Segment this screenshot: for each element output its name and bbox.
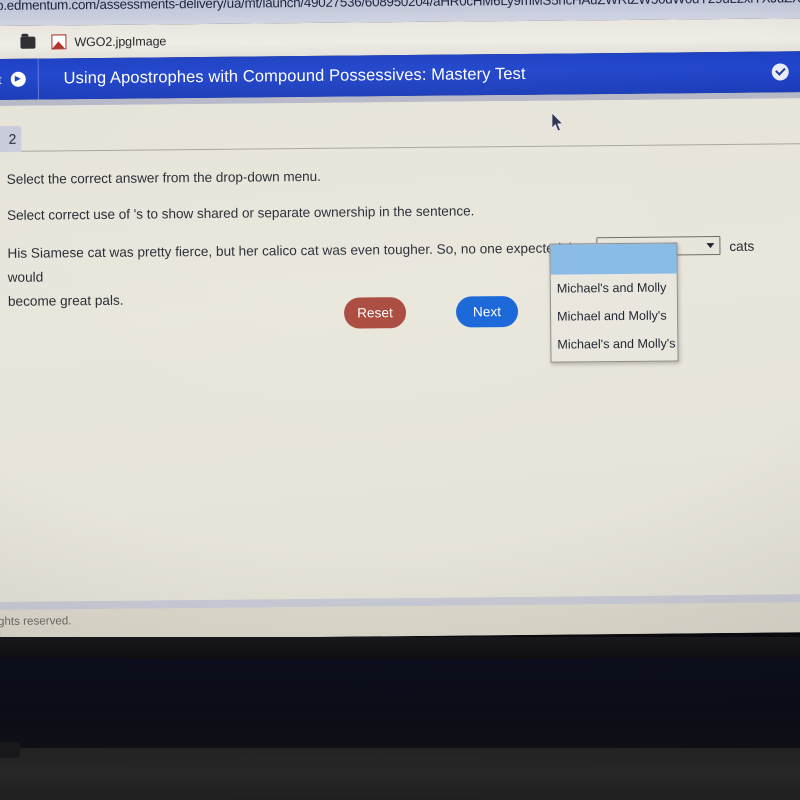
address-bar-url[interactable]: p.edmentum.com/assessments-delivery/ua/m… <box>0 0 800 13</box>
laptop-keyboard-deck <box>0 748 800 800</box>
question-sheet: 2 Select the correct answer from the dro… <box>0 98 800 602</box>
assessment-page-body: 2 Select the correct answer from the dro… <box>0 92 800 640</box>
mouse-pointer-icon <box>551 112 564 132</box>
instruction-primary: Select the correct answer from the drop-… <box>6 168 321 187</box>
laptop-bezel <box>0 637 800 659</box>
copyright-text: ghts reserved. <box>0 614 72 628</box>
dropdown-option-blank[interactable] <box>550 243 677 275</box>
page-title: Using Apostrophes with Compound Possessi… <box>63 64 526 88</box>
instruction-secondary: Select correct use of 's to show shared … <box>7 203 475 223</box>
titlebar-divider <box>37 58 39 100</box>
next-button[interactable]: Next <box>455 295 519 328</box>
question-number: 2 <box>8 130 17 147</box>
bookmark-clipped-label[interactable]: s <box>0 35 7 49</box>
chevron-down-icon[interactable] <box>706 243 715 249</box>
footer: ghts reserved. <box>0 602 800 640</box>
folder-icon[interactable] <box>20 36 36 49</box>
reset-button[interactable]: Reset <box>343 297 407 329</box>
circle-arrow-right-icon[interactable] <box>10 71 26 87</box>
answer-dropdown-list[interactable]: Michael's and Molly Michael and Molly's … <box>549 242 679 363</box>
bookmark-item-label[interactable]: WGO2.jpgImage <box>74 34 166 49</box>
action-button-row: Reset Next <box>343 295 519 329</box>
laptop-lower-bezel <box>0 650 800 750</box>
sentence-text-before: His Siamese cat was pretty fierce, but h… <box>7 240 588 261</box>
dropdown-option-1[interactable]: Michael's and Molly <box>551 273 677 302</box>
check-circle-icon[interactable] <box>771 63 789 81</box>
dropdown-option-3[interactable]: Michael's and Molly's <box>551 329 677 358</box>
dropdown-option-2[interactable]: Michael and Molly's <box>551 301 677 330</box>
sentence-text-line2: become great pals. <box>7 292 124 309</box>
laptop-screen-photo: p.edmentum.com/assessments-delivery/ua/m… <box>0 0 800 800</box>
laptop-hinge-nub <box>0 742 20 758</box>
question-number-tab[interactable]: 2 <box>0 125 22 153</box>
titlebar-back-label[interactable]: xt <box>0 72 2 86</box>
question-header-rule <box>21 143 800 152</box>
browser-window: p.edmentum.com/assessments-delivery/ua/m… <box>0 0 800 640</box>
image-file-icon[interactable] <box>51 34 67 50</box>
